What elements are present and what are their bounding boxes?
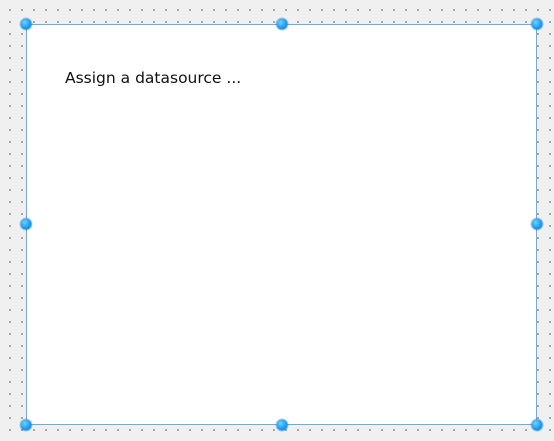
- resize-handle-top-center[interactable]: [276, 18, 288, 30]
- resize-handle-top-left[interactable]: [20, 18, 32, 30]
- resize-handle-top-right[interactable]: [531, 18, 543, 30]
- datasource-control[interactable]: Assign a datasource ...: [26, 24, 537, 425]
- resize-handle-middle-right[interactable]: [531, 218, 543, 230]
- resize-handle-bottom-right[interactable]: [531, 419, 543, 431]
- designer-canvas[interactable]: Assign a datasource ...: [0, 0, 554, 441]
- resize-handle-bottom-center[interactable]: [276, 419, 288, 431]
- resize-handle-middle-left[interactable]: [20, 218, 32, 230]
- resize-handle-bottom-left[interactable]: [20, 419, 32, 431]
- datasource-placeholder-text: Assign a datasource ...: [65, 69, 242, 87]
